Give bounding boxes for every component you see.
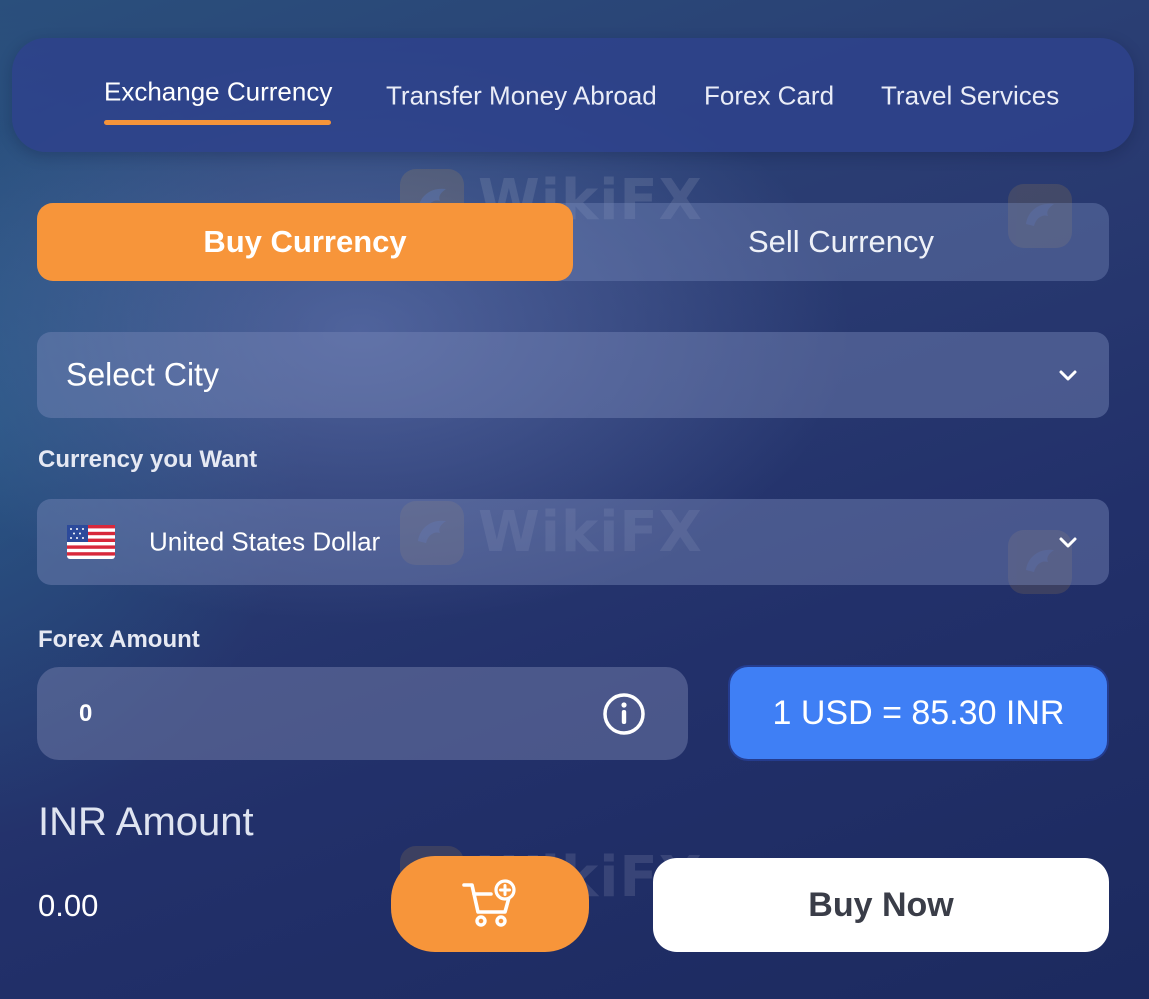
sell-currency-button[interactable]: Sell Currency bbox=[573, 203, 1109, 281]
active-tab-underline bbox=[104, 120, 331, 125]
chevron-down-icon bbox=[1059, 537, 1077, 548]
inr-amount-value: 0.00 bbox=[38, 888, 99, 923]
currency-select[interactable]: United States Dollar bbox=[37, 499, 1109, 585]
currency-select-value: United States Dollar bbox=[149, 526, 381, 557]
tab-exchange-currency[interactable]: Exchange Currency bbox=[104, 77, 332, 108]
currency-label: Currency you Want bbox=[38, 446, 258, 473]
forex-amount-value: 0 bbox=[79, 699, 93, 727]
add-to-cart-button[interactable] bbox=[391, 856, 589, 952]
us-flag-icon bbox=[67, 525, 115, 559]
tab-travel-services[interactable]: Travel Services bbox=[881, 81, 1059, 112]
info-icon[interactable] bbox=[602, 692, 646, 736]
tab-transfer-money-abroad[interactable]: Transfer Money Abroad bbox=[386, 81, 657, 112]
forex-amount-label: Forex Amount bbox=[38, 626, 200, 653]
exchange-rate-badge: 1 USD = 85.30 INR bbox=[730, 667, 1107, 759]
forex-amount-input[interactable]: 0 bbox=[37, 667, 688, 760]
buy-currency-button[interactable]: Buy Currency bbox=[37, 203, 573, 281]
inr-amount-label: INR Amount bbox=[38, 800, 254, 844]
add-to-cart-icon bbox=[462, 879, 516, 927]
buy-sell-toggle: Buy Currency Sell Currency bbox=[37, 203, 1109, 281]
city-select[interactable]: Select City bbox=[37, 332, 1109, 418]
chevron-down-icon bbox=[1059, 370, 1077, 381]
city-select-value: Select City bbox=[66, 356, 219, 393]
buy-now-button[interactable]: Buy Now bbox=[653, 858, 1109, 952]
tab-forex-card[interactable]: Forex Card bbox=[704, 81, 834, 112]
